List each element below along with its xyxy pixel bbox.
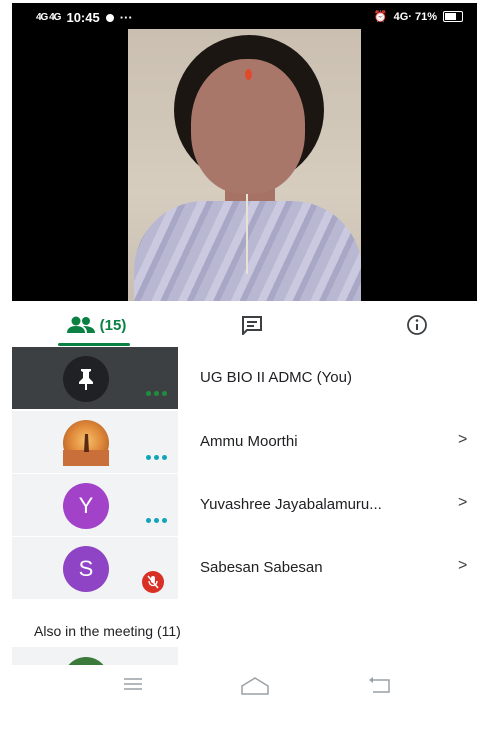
- participant-row[interactable]: Y Yuvashree Jayabalamuru... >: [12, 474, 489, 536]
- participant-name: Sabesan Sabesan: [200, 559, 323, 576]
- participant-tile: S: [12, 537, 178, 599]
- menu-icon[interactable]: [122, 676, 144, 692]
- battery-text: 4G· 71%: [393, 10, 437, 23]
- participant-video: [128, 29, 361, 301]
- participant-row[interactable]: Ammu Moorthi >: [12, 411, 489, 473]
- pin-icon: [79, 369, 93, 390]
- participant-tile: [12, 411, 178, 473]
- participant-name: UG BIO II ADMC (You): [200, 369, 352, 386]
- status-bar: 4G 4G 10:45 ··· ⏰ 4G· 71%: [12, 3, 477, 33]
- sunset-photo-icon: [63, 434, 109, 466]
- signal-indicator: 4G 4G: [36, 12, 61, 23]
- participant-tile: Y: [12, 474, 178, 536]
- audio-level-dots: [146, 391, 168, 397]
- chevron-right-icon[interactable]: >: [458, 431, 467, 449]
- section-heading: Also in the meeting (11): [34, 623, 181, 639]
- chat-icon: [242, 316, 262, 335]
- home-icon[interactable]: [240, 676, 270, 696]
- people-count: (15): [99, 316, 127, 334]
- video-feed-area: [12, 3, 477, 301]
- avatar: [63, 657, 109, 665]
- participant-tile[interactable]: [12, 647, 178, 665]
- chevron-right-icon[interactable]: >: [458, 494, 467, 512]
- participant-name: Ammu Moorthi: [200, 433, 298, 450]
- system-nav-bar: [12, 666, 477, 706]
- participant-row[interactable]: UG BIO II ADMC (You): [12, 347, 489, 409]
- avatar: [63, 356, 109, 402]
- participant-tile: [12, 347, 178, 409]
- tab-people[interactable]: (15): [46, 303, 146, 347]
- battery-icon: [443, 11, 463, 22]
- participant-name: Yuvashree Jayabalamuru...: [200, 496, 382, 513]
- chat-bubble-icon: [105, 13, 114, 22]
- tab-info[interactable]: [387, 303, 447, 347]
- avatar: Y: [63, 483, 109, 529]
- avatar: [63, 420, 109, 466]
- people-icon: [66, 316, 95, 333]
- mic-off-icon: [142, 571, 164, 593]
- chevron-right-icon[interactable]: >: [458, 557, 467, 575]
- audio-level-dots: [146, 518, 168, 524]
- info-icon: [407, 315, 427, 335]
- back-icon[interactable]: [367, 676, 391, 694]
- alarm-icon: ⏰: [373, 11, 388, 23]
- avatar: S: [63, 546, 109, 592]
- audio-level-dots: [146, 455, 168, 461]
- meeting-tabs: (15): [12, 303, 477, 347]
- tab-chat[interactable]: [222, 303, 282, 347]
- participant-row[interactable]: S Sabesan Sabesan >: [12, 537, 489, 599]
- clock: 10:45: [66, 10, 100, 25]
- active-tab-indicator: [58, 343, 130, 346]
- participant-list: UG BIO II ADMC (You) Ammu Moorthi > Y Yu…: [12, 347, 489, 599]
- more-notifications: ···: [119, 10, 133, 25]
